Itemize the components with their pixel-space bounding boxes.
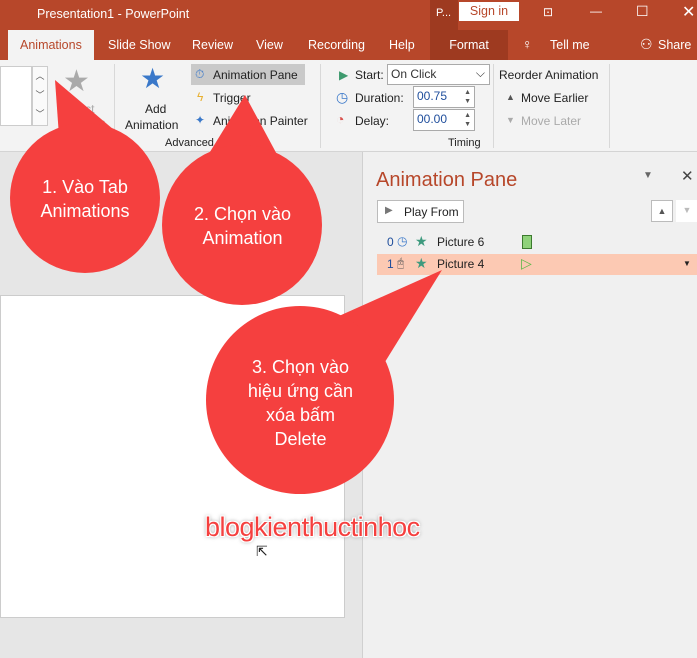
callout-1: 1. Vào Tab Animations [40,177,130,221]
cursor-icon: ⇱ [256,543,268,559]
callout-2: 2. Chọn vào Animation [193,204,292,248]
callout-3: 3. Chọn vào hiệu ứng cần xóa bấm Delete [247,357,354,449]
callout-shapes [10,80,442,494]
watermark: blogkienthuctinhoc [205,512,420,542]
